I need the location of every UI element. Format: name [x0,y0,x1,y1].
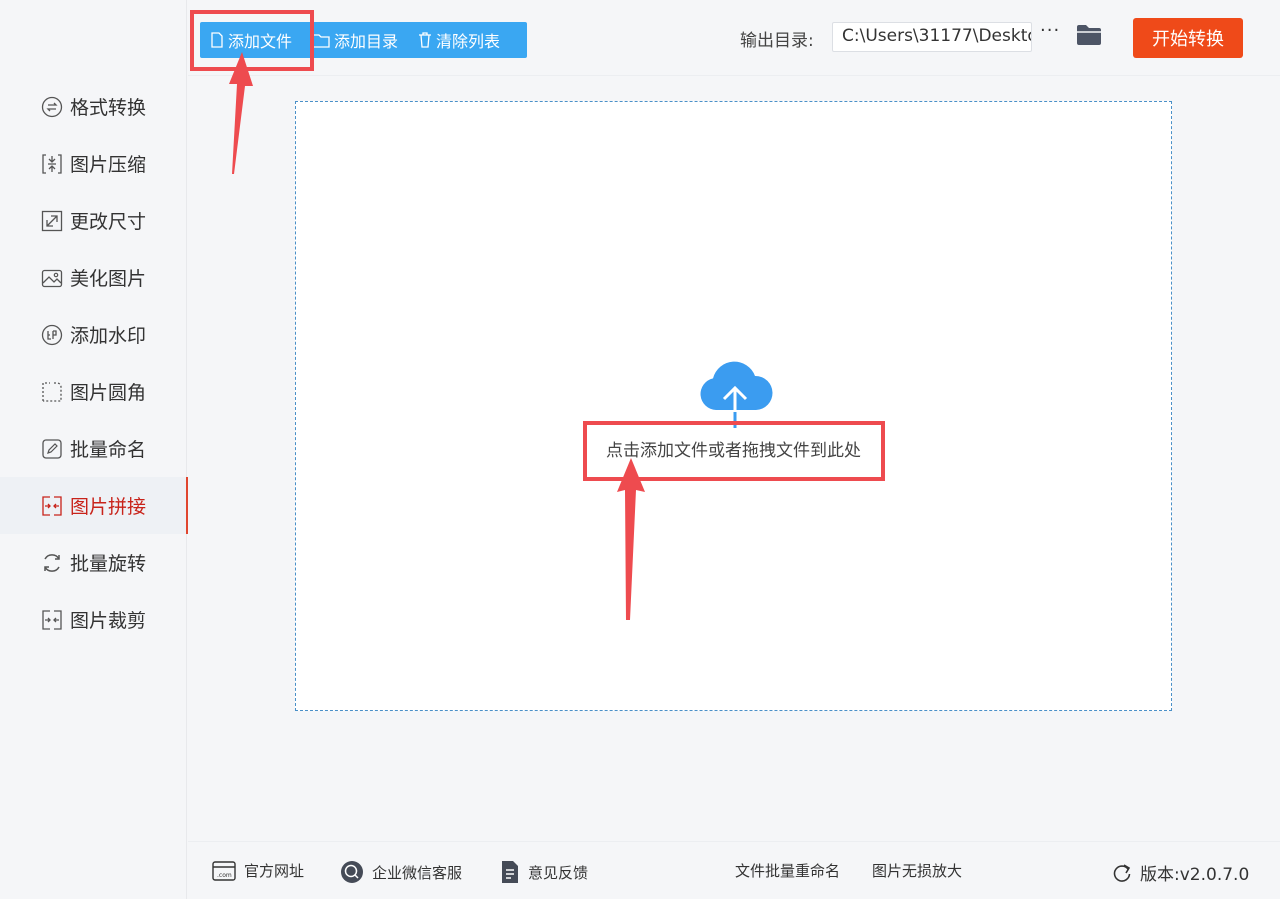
website-label: 官方网址 [244,862,305,880]
sidebar-item-splice[interactable]: 图片拼接 [0,477,188,534]
folder-outline-icon [312,33,330,48]
footer-bar: .com 官方网址 企业微信客服 意见反馈 文件批量重命名 图片无损放大 版本:… [188,841,1280,899]
clear-list-label: 清除列表 [436,32,501,51]
sidebar-item-label: 图片裁剪 [70,610,147,632]
version-info[interactable]: 版本:v2.0.7.0 [1112,860,1249,885]
file-drop-zone[interactable]: 点击添加文件或者拖拽文件到此处 [295,101,1172,711]
wechat-label: 企业微信客服 [372,863,463,882]
rounded-corner-icon [40,380,64,404]
file-button-group: 添加文件 添加目录 清除列表 [200,22,527,58]
version-label: 版本:v2.0.7.0 [1140,865,1250,885]
main-area: 点击添加文件或者拖拽文件到此处 [188,77,1280,841]
splice-icon [40,494,64,518]
cloud-upload-icon [696,358,774,434]
sidebar-item-compress[interactable]: 图片压缩 [0,135,187,192]
sidebar-item-resize[interactable]: 更改尺寸 [0,192,187,249]
batch-rename-label: 文件批量重命名 [735,862,841,880]
drop-zone-hint: 点击添加文件或者拖拽文件到此处 [606,441,861,461]
clear-list-button[interactable]: 清除列表 [408,22,510,58]
beautify-icon [40,266,64,290]
format-convert-icon [40,95,64,119]
compress-icon [40,152,64,176]
sidebar-item-format-convert[interactable]: 格式转换 [0,78,187,135]
batch-rename-link[interactable]: 文件批量重命名 [735,860,840,881]
sidebar: 格式转换 图片压缩 更改尺寸 美化图片 添加水印 图片圆角 批量命名 图片拼接 … [0,0,188,899]
crop-icon [40,608,64,632]
refresh-icon [1112,863,1132,883]
file-icon [210,32,224,48]
sidebar-item-label: 批量旋转 [70,553,147,575]
lossless-enlarge-link[interactable]: 图片无损放大 [872,860,962,881]
sidebar-item-label: 批量命名 [70,439,147,461]
sidebar-item-label: 格式转换 [70,97,147,119]
resize-icon [40,209,64,233]
add-folder-button[interactable]: 添加目录 [302,22,408,58]
feedback-icon [500,860,520,884]
watermark-icon [40,323,64,347]
sidebar-item-rename[interactable]: 批量命名 [0,420,187,477]
sidebar-item-beautify[interactable]: 美化图片 [0,249,187,306]
top-toolbar: 添加文件 添加目录 清除列表 输出目录: C:\Users\31177\Desk… [188,0,1280,76]
svg-text:.com: .com [217,872,232,879]
sidebar-item-label: 图片圆角 [70,382,147,404]
output-dir-label: 输出目录: [740,31,814,51]
add-file-button[interactable]: 添加文件 [200,22,302,58]
rename-icon [40,437,64,461]
official-website-link[interactable]: .com 官方网址 [212,860,304,881]
trash-icon [418,32,432,48]
sidebar-item-watermark[interactable]: 添加水印 [0,306,187,363]
sidebar-item-label: 图片拼接 [70,496,147,518]
rotate-icon [40,551,64,575]
lossless-enlarge-label: 图片无损放大 [872,862,963,880]
sidebar-item-label: 图片压缩 [70,154,147,176]
output-dir-field[interactable]: C:\Users\31177\Deskto [832,22,1032,52]
feedback-link[interactable]: 意见反馈 [500,860,588,884]
wechat-support-link[interactable]: 企业微信客服 [340,860,462,884]
feedback-label: 意见反馈 [528,863,589,882]
sidebar-item-crop[interactable]: 图片裁剪 [0,591,187,648]
sidebar-item-label: 美化图片 [70,268,147,290]
add-file-label: 添加文件 [228,32,293,51]
website-icon: .com [212,860,236,881]
sidebar-item-rotate[interactable]: 批量旋转 [0,534,187,591]
sidebar-item-label: 更改尺寸 [70,211,147,233]
sidebar-nav: 格式转换 图片压缩 更改尺寸 美化图片 添加水印 图片圆角 批量命名 图片拼接 … [0,78,188,648]
sidebar-item-rounded-corner[interactable]: 图片圆角 [0,363,187,420]
sidebar-item-label: 添加水印 [70,325,147,347]
open-folder-icon[interactable] [1076,24,1102,50]
start-convert-button[interactable]: 开始转换 [1133,18,1243,58]
add-folder-label: 添加目录 [334,32,399,51]
wechat-icon [340,860,364,884]
browse-more-button[interactable]: ··· [1040,20,1060,41]
